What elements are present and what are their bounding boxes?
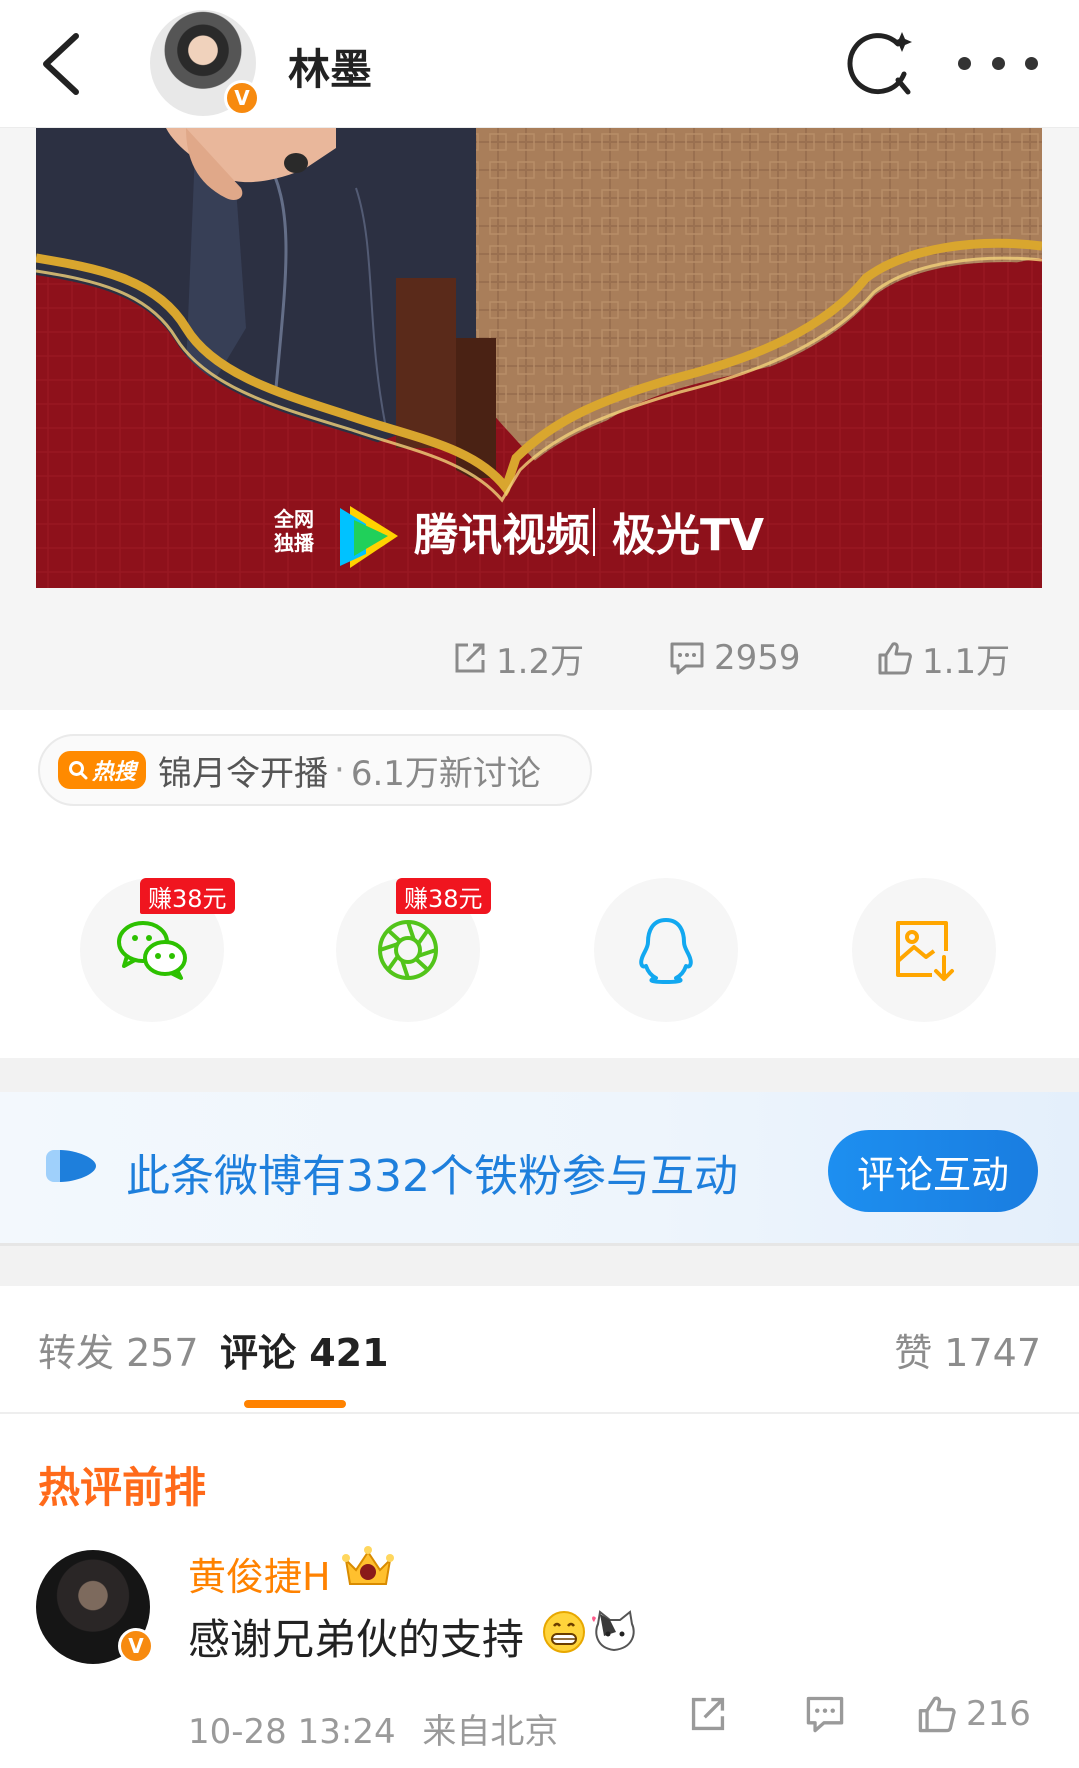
like-button[interactable]: 1.1万: [876, 628, 1010, 688]
fans-text: 此条微博有332个铁粉参与互动: [126, 1151, 738, 1202]
hot-search-separator: ·: [334, 750, 345, 790]
comment-meta: 10-28 13:24 来自北京: [188, 1704, 558, 1753]
section-divider: [0, 1246, 1079, 1286]
exclusive-line1: 全网: [273, 507, 314, 531]
user-avatar[interactable]: V: [150, 10, 260, 116]
username[interactable]: 林墨: [288, 36, 372, 97]
hot-search-tag: 热搜: [58, 751, 147, 789]
comment-icon: [806, 1696, 844, 1733]
engagement-tabs: 转发 257 评论 421 赞 1747: [0, 1286, 1079, 1414]
dot: [1025, 56, 1038, 70]
chevron-left-icon: [43, 33, 79, 95]
comment-like-count: 216: [966, 1694, 1031, 1734]
super-topic-button[interactable]: [846, 28, 916, 98]
dot: [991, 56, 1005, 70]
back-button[interactable]: [36, 30, 92, 98]
partner-name: 极光TV: [612, 510, 764, 561]
share-qq-button[interactable]: [594, 878, 738, 1022]
share-area: 热搜 锦月令开播 · 6.1万新讨论 赚38元 赚38元: [0, 710, 1079, 1058]
wechat-earn-tag: 赚38元: [140, 878, 235, 914]
thumbs-up-icon: [878, 642, 912, 675]
repost-button[interactable]: 1.2万: [452, 628, 584, 688]
comment-like-button[interactable]: 216: [916, 1694, 1031, 1734]
platform-name: 腾讯视频: [414, 510, 590, 561]
tab-reposts[interactable]: 转发 257: [38, 1322, 199, 1377]
super-topic-icon: [847, 32, 912, 95]
repost-icon: [691, 1697, 725, 1731]
verified-badge: V: [118, 1628, 154, 1664]
comment-button[interactable]: 2959: [668, 628, 801, 688]
tab-comments[interactable]: 评论 421: [220, 1322, 389, 1377]
comment-text: 感谢兄弟伙的支持: [188, 1615, 525, 1664]
moments-earn-tag: 赚38元: [396, 878, 491, 914]
commenter-name[interactable]: 黄俊捷H: [188, 1546, 331, 1601]
exclusive-line2: 独播: [274, 531, 315, 555]
repost-count: 1.2万: [496, 641, 585, 682]
wechat-icon: [117, 921, 187, 980]
verified-badge: V: [224, 80, 260, 116]
comment-icon: [670, 642, 704, 675]
active-tab-indicator: [244, 1400, 346, 1408]
hot-search-count: 6.1万新讨论: [350, 753, 541, 794]
like-count: 1.1万: [922, 641, 1011, 682]
commenter-avatar[interactable]: V: [36, 1550, 154, 1664]
drama-poster: 全网 独播 腾讯视频 极光TV: [36, 128, 1042, 588]
comment-reply-button[interactable]: [804, 1694, 846, 1734]
tab-likes[interactable]: 赞 1747: [894, 1322, 1041, 1377]
fans-icon: [46, 1150, 96, 1182]
qq-icon: [639, 918, 693, 984]
post-area: 全网 独播 腾讯视频 极光TV 1.2万 2959 1.1万: [0, 128, 1079, 710]
grin-emoji-icon: [543, 1611, 585, 1653]
post-stats: 1.2万 2959 1.1万: [0, 628, 1079, 688]
repost-icon: [455, 643, 485, 673]
top-bar: V 林墨: [0, 0, 1079, 128]
comment-count: 2959: [714, 638, 801, 678]
fans-interaction-banner: 此条微博有332个铁粉参与互动 评论互动: [0, 1092, 1079, 1246]
comment-time: 10-28 13:24: [188, 1712, 396, 1752]
comment-repost-button[interactable]: [688, 1694, 728, 1734]
hot-search-tag-label: 热搜: [92, 760, 137, 785]
dot: [958, 56, 971, 70]
cat-emoji-icon: [592, 1610, 635, 1652]
section-divider: [0, 1058, 1079, 1092]
comments-section: 热评前排 V 黄俊捷H 感谢兄弟伙的支持 10-28 13:24 来自北京 21…: [0, 1414, 1079, 1768]
hot-search-pill[interactable]: 热搜 锦月令开播 · 6.1万新讨论: [38, 734, 592, 806]
post-image[interactable]: 全网 独播 腾讯视频 极光TV: [36, 128, 1042, 588]
hot-comments-title: 热评前排: [38, 1463, 207, 1512]
comment-location: 来自北京: [422, 1712, 559, 1752]
hot-search-topic: 锦月令开播: [158, 753, 329, 794]
save-image-button[interactable]: [852, 878, 996, 1022]
fan-crown-icon: [342, 1546, 394, 1585]
save-image-icon: [896, 921, 954, 981]
thumbs-up-icon: [918, 1696, 956, 1733]
more-options-button[interactable]: [958, 28, 1038, 98]
comment-interaction-button[interactable]: 评论互动: [828, 1130, 1038, 1212]
search-icon: [69, 761, 88, 780]
moments-icon: [378, 920, 438, 980]
